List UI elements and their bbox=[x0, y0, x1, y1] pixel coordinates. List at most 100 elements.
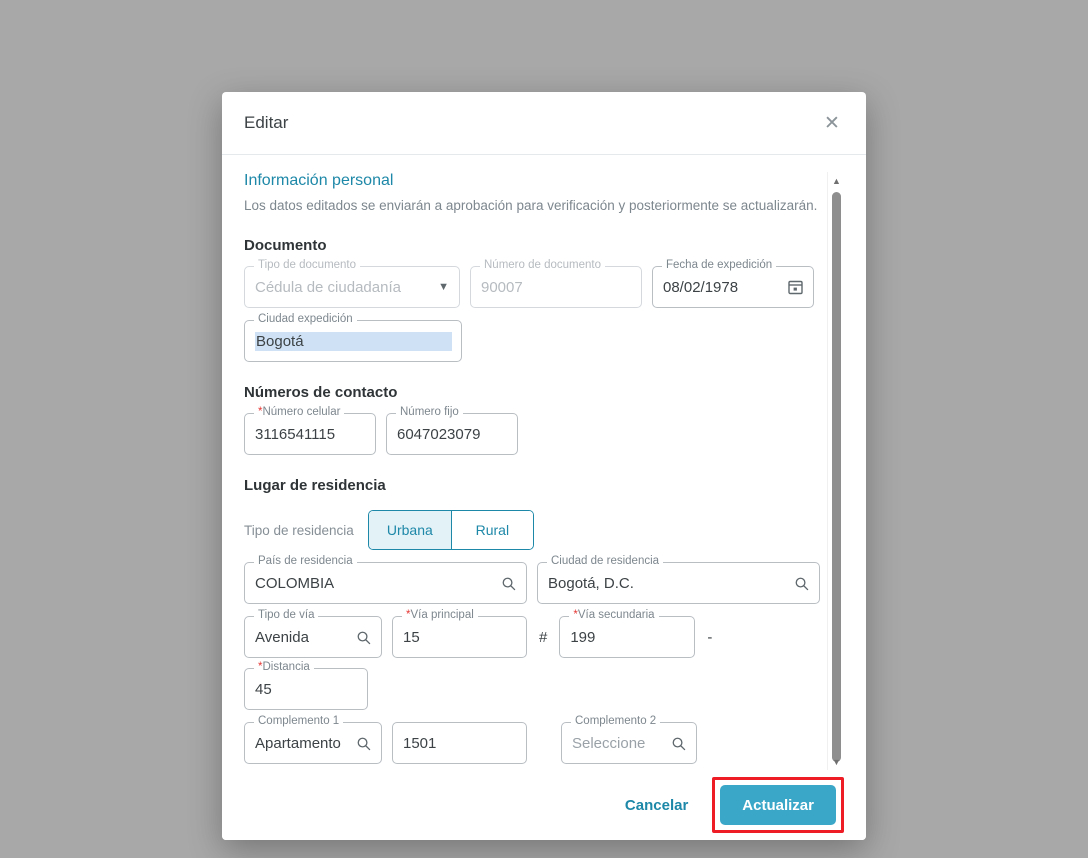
avatar-collar bbox=[30, 148, 98, 161]
top-navigation-bar: Mi perfil bbox=[0, 0, 1088, 47]
search-icon[interactable] bbox=[501, 576, 516, 591]
tipo-documento-select[interactable]: Tipo de documento Cédula de ciudadanía ▼ bbox=[244, 259, 460, 309]
upload-photo-label: Subir foto bbox=[162, 132, 222, 149]
documento-row-2: Ciudad expedición Bogotá bbox=[244, 313, 844, 363]
search-icon[interactable] bbox=[356, 630, 371, 645]
modal-body: Información personal Los datos editados … bbox=[222, 155, 866, 770]
complemento1-label: Complemento 1 bbox=[254, 715, 344, 728]
ciudad-expedicion-input[interactable]: Ciudad expedición Bogotá bbox=[244, 313, 462, 363]
via-secundaria-input[interactable]: *Vía secundaria 199 bbox=[559, 609, 696, 659]
avatar-face bbox=[52, 112, 86, 141]
complemento1-valor-value: 1501 bbox=[403, 734, 437, 752]
info-key: Celular bbox=[27, 408, 72, 424]
via-secundaria-value: 199 bbox=[570, 628, 596, 646]
residencia-row-3: Complemento 1 Apartamento 1501 Complemen… bbox=[244, 715, 844, 770]
group-heading-contacto: Números de contacto bbox=[244, 384, 398, 402]
ciudad-residencia-label: Ciudad de residencia bbox=[547, 555, 664, 568]
tipo-residencia-option-rural[interactable]: Rural bbox=[450, 511, 533, 550]
info-value: Bogotá, D.C., Colombia bbox=[913, 308, 1061, 324]
avatar bbox=[18, 68, 110, 161]
logout-icon bbox=[1005, 104, 1023, 126]
tipo-documento-value: Cédula de ciudadanía bbox=[255, 278, 401, 296]
ciudad-expedicion-value: Bogotá bbox=[255, 331, 452, 351]
fecha-expedicion-input[interactable]: Fecha de expedición 08/02/1978 bbox=[652, 259, 814, 309]
info-value: …dalucía Callejuela San Silvestre 2 bbox=[838, 338, 1061, 354]
modal-title: Editar bbox=[244, 113, 289, 132]
search-icon[interactable] bbox=[794, 576, 809, 591]
edit-button[interactable]: Editar bbox=[989, 204, 1061, 240]
page-title: Mi perfil bbox=[58, 14, 115, 31]
edit-modal: Editar ✕ Información personal Los datos … bbox=[222, 92, 866, 840]
numero-fijo-value: 6047023079 bbox=[397, 425, 481, 443]
scroll-up-arrow-icon[interactable]: ▲ bbox=[831, 175, 842, 186]
logout-button[interactable]: Salir bbox=[1005, 104, 1062, 126]
modal-scrollbar[interactable]: ▲ ▼ bbox=[827, 172, 844, 770]
distancia-value: 45 bbox=[255, 680, 272, 698]
fecha-expedicion-label: Fecha de expedición bbox=[662, 259, 777, 272]
modal-header: Editar ✕ bbox=[222, 92, 866, 155]
tipo-residencia-toggle: Urbana Rural bbox=[367, 510, 534, 551]
modal-footer: Cancelar Actualizar bbox=[222, 770, 866, 840]
pais-residencia-input[interactable]: País de residencia COLOMBIA bbox=[244, 555, 527, 605]
submit-button[interactable]: Actualizar bbox=[720, 785, 836, 825]
complemento1-valor-input[interactable]: 1501 bbox=[392, 722, 527, 765]
pais-residencia-value: COLOMBIA bbox=[255, 574, 335, 592]
via-secundaria-label: *Vía secundaria bbox=[569, 609, 659, 622]
via-principal-input[interactable]: *Vía principal 15 bbox=[392, 609, 527, 659]
residencia-row-2: Tipo de vía Avenida *Vía principal 15 # … bbox=[244, 609, 844, 711]
ciudad-residencia-value: Bogotá, D.C. bbox=[548, 574, 634, 592]
contacto-row: *Número celular 3116541115 Número fijo 6… bbox=[244, 406, 844, 456]
group-heading-residencia: Lugar de residencia bbox=[244, 477, 386, 495]
cancel-button[interactable]: Cancelar bbox=[609, 788, 704, 823]
numero-documento-value: 90007 bbox=[481, 278, 523, 296]
close-icon[interactable]: ✕ bbox=[820, 111, 844, 135]
info-key: Tipo / Número bbox=[27, 278, 116, 294]
numero-fijo-input[interactable]: Número fijo 6047023079 bbox=[386, 406, 518, 456]
scroll-down-arrow-icon[interactable]: ▼ bbox=[831, 756, 842, 767]
avatar-helmet-brim bbox=[24, 104, 104, 114]
info-key: Lugar expedición bbox=[27, 338, 134, 354]
numero-celular-label: *Número celular bbox=[254, 406, 345, 419]
complemento2-value: Seleccione bbox=[572, 734, 646, 752]
distancia-label: *Distancia bbox=[254, 661, 314, 674]
tipo-via-label: Tipo de vía bbox=[254, 609, 319, 622]
complemento1-input[interactable]: Complemento 1 Apartamento bbox=[244, 715, 382, 765]
modal-scroll-area: Información personal Los datos editados … bbox=[244, 172, 844, 770]
modal-subtitle: Información personal bbox=[244, 172, 394, 189]
info-key: Teléfono fijo bbox=[27, 438, 102, 454]
scrollbar-thumb[interactable] bbox=[832, 192, 841, 762]
info-key: Fecha expedición bbox=[27, 308, 137, 324]
submit-highlight-annotation: Actualizar bbox=[712, 777, 844, 833]
documento-row-1: Tipo de documento Cédula de ciudadanía ▼… bbox=[244, 259, 844, 309]
back-arrow-icon[interactable] bbox=[16, 10, 42, 36]
tipo-residencia-group: Tipo de residencia Urbana Rural bbox=[244, 510, 844, 551]
upload-icon bbox=[138, 132, 153, 150]
fecha-expedicion-value: 08/02/1978 bbox=[663, 278, 739, 296]
page-root: Mi perfil Francisco Ga… Despensero Subir… bbox=[0, 0, 1088, 858]
ciudad-residencia-input[interactable]: Ciudad de residencia Bogotá, D.C. bbox=[537, 555, 820, 605]
residencia-row-1: País de residencia COLOMBIA Ciudad de re… bbox=[244, 555, 844, 605]
modal-description: Los datos editados se enviarán a aprobac… bbox=[244, 198, 818, 213]
chevron-down-icon: ▼ bbox=[438, 281, 449, 294]
complemento2-input[interactable]: Complemento 2 Seleccione bbox=[561, 715, 697, 765]
search-icon[interactable] bbox=[356, 736, 371, 751]
ciudad-expedicion-label: Ciudad expedición bbox=[254, 313, 357, 326]
logout-label: Salir bbox=[1031, 106, 1062, 123]
calendar-icon[interactable] bbox=[788, 279, 803, 295]
info-value: Soltero bbox=[1016, 438, 1061, 454]
via-principal-value: 15 bbox=[403, 628, 420, 646]
tipo-via-value: Avenida bbox=[255, 628, 309, 646]
search-icon[interactable] bbox=[671, 736, 686, 751]
numero-celular-input[interactable]: *Número celular 3116541115 bbox=[244, 406, 376, 456]
separator-hash: # bbox=[539, 628, 548, 646]
complemento1-value: Apartamento bbox=[255, 734, 341, 752]
via-principal-label: *Vía principal bbox=[402, 609, 478, 622]
distancia-input[interactable]: *Distancia 45 bbox=[244, 661, 368, 711]
tipo-residencia-option-urbana[interactable]: Urbana bbox=[368, 511, 451, 550]
complemento2-label: Complemento 2 bbox=[571, 715, 661, 728]
tipo-via-input[interactable]: Tipo de vía Avenida bbox=[244, 609, 382, 659]
numero-documento-label: Número de documento bbox=[480, 259, 605, 272]
separator-dash: - bbox=[707, 628, 713, 646]
numero-documento-input[interactable]: Número de documento 90007 bbox=[470, 259, 642, 309]
numero-celular-value: 3116541115 bbox=[255, 425, 336, 443]
